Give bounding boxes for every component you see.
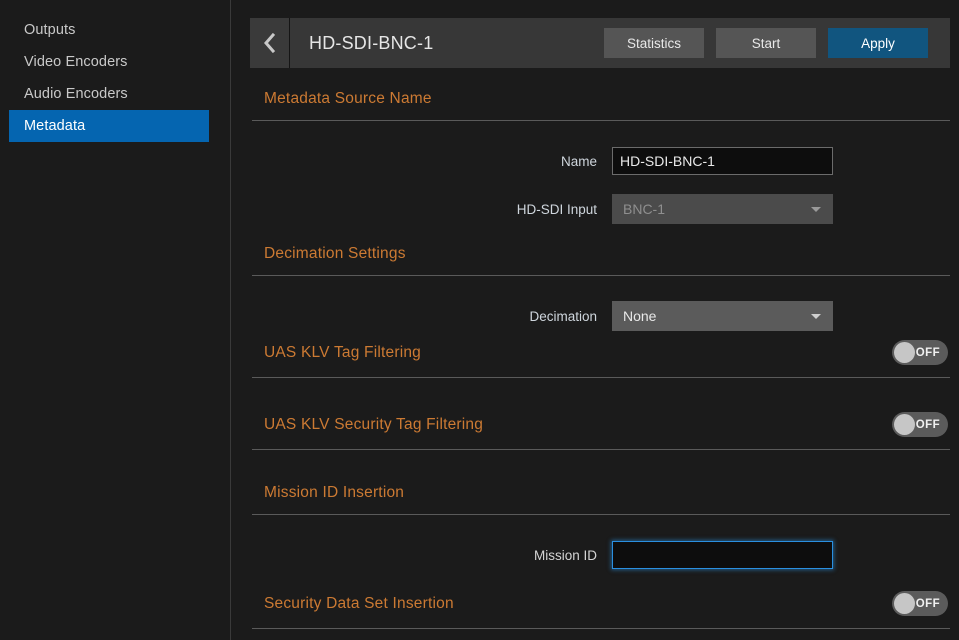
settings-form: Metadata Source Name Name HD-SDI Input B…	[231, 78, 959, 640]
sidebar-item-metadata[interactable]: Metadata	[9, 110, 209, 142]
section-row-uas-klv-security-tag-filtering: UAS KLV Security Tag Filtering OFF	[231, 412, 959, 437]
sidebar-item-label: Audio Encoders	[24, 86, 128, 102]
hdsdi-input-value: BNC-1	[623, 201, 665, 217]
uas-klv-tag-filtering-toggle[interactable]: OFF	[892, 340, 948, 365]
chevron-left-icon	[263, 33, 276, 53]
toggle-knob	[894, 414, 915, 435]
field-row-decimation: Decimation None	[231, 292, 959, 340]
section-heading-decimation-settings: Decimation Settings	[231, 245, 959, 263]
field-row-mission-id: Mission ID	[231, 531, 959, 579]
name-input[interactable]	[612, 147, 833, 175]
page-title: HD-SDI-BNC-1	[309, 33, 592, 54]
section-heading-uas-klv-security-tag-filtering: UAS KLV Security Tag Filtering	[231, 416, 483, 434]
page-header: HD-SDI-BNC-1 Statistics Start Apply	[250, 18, 950, 68]
toggle-state-label: OFF	[916, 598, 940, 610]
toggle-knob	[894, 593, 915, 614]
statistics-button[interactable]: Statistics	[604, 28, 704, 58]
sidebar-item-label: Outputs	[24, 22, 75, 38]
section-divider	[252, 628, 950, 629]
toggle-state-label: OFF	[916, 419, 940, 431]
section-row-uas-klv-tag-filtering: UAS KLV Tag Filtering OFF	[231, 340, 959, 365]
sidebar-item-label: Metadata	[24, 118, 85, 134]
section-row-security-data-set-insertion: Security Data Set Insertion OFF	[231, 591, 959, 616]
decimation-dropdown[interactable]: None	[612, 301, 833, 331]
section-heading-uas-klv-tag-filtering: UAS KLV Tag Filtering	[231, 344, 421, 362]
mission-id-label: Mission ID	[231, 548, 612, 563]
decimation-label: Decimation	[231, 309, 612, 324]
uas-klv-security-tag-filtering-toggle[interactable]: OFF	[892, 412, 948, 437]
sidebar-item-label: Video Encoders	[24, 54, 128, 70]
hdsdi-input-dropdown: BNC-1	[612, 194, 833, 224]
back-button[interactable]	[250, 18, 290, 68]
hdsdi-input-label: HD-SDI Input	[231, 202, 612, 217]
sidebar-item-video-encoders[interactable]: Video Encoders	[9, 46, 209, 78]
decimation-value: None	[623, 308, 656, 324]
apply-button[interactable]: Apply	[828, 28, 928, 58]
name-label: Name	[231, 154, 612, 169]
section-heading-mission-id-insertion: Mission ID Insertion	[231, 484, 959, 502]
toggle-state-label: OFF	[916, 347, 940, 359]
sidebar-navigation: Outputs Video Encoders Audio Encoders Me…	[0, 0, 231, 640]
section-heading-metadata-source-name: Metadata Source Name	[231, 90, 959, 108]
field-row-name: Name	[231, 137, 959, 185]
security-data-set-insertion-toggle[interactable]: OFF	[892, 591, 948, 616]
mission-id-input[interactable]	[612, 541, 833, 569]
application-window: Outputs Video Encoders Audio Encoders Me…	[0, 0, 959, 640]
sidebar-item-outputs[interactable]: Outputs	[9, 14, 209, 46]
chevron-down-icon	[811, 314, 821, 319]
sidebar-item-audio-encoders[interactable]: Audio Encoders	[9, 78, 209, 110]
header-body: HD-SDI-BNC-1 Statistics Start Apply	[290, 18, 950, 68]
toggle-knob	[894, 342, 915, 363]
field-row-hdsdi-input: HD-SDI Input BNC-1	[231, 185, 959, 233]
start-button[interactable]: Start	[716, 28, 816, 58]
chevron-down-icon	[811, 207, 821, 212]
section-heading-security-data-set-insertion: Security Data Set Insertion	[231, 595, 454, 613]
main-content: HD-SDI-BNC-1 Statistics Start Apply Meta…	[231, 0, 959, 640]
